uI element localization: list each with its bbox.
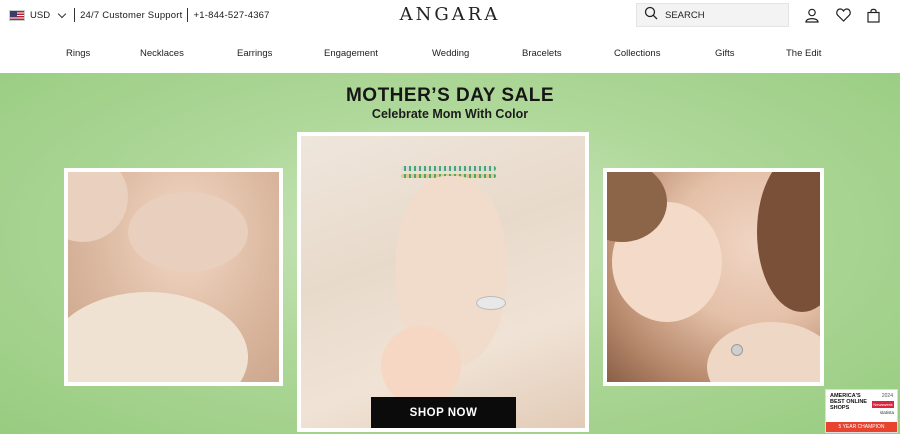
badge-title: AMERICA'S BEST ONLINE SHOPS [830,393,867,411]
ring-shape [476,296,506,310]
hair-shape [757,172,820,312]
face-shape [68,172,128,242]
user-icon[interactable] [804,7,820,23]
bracelet-shape [401,166,496,171]
hero-banner[interactable]: MOTHER’S DAY SALE Celebrate Mom With Col… [0,73,900,434]
award-badge[interactable]: AMERICA'S BEST ONLINE SHOPS 2024 Newswee… [825,389,898,433]
shop-now-button[interactable]: SHOP NOW [371,397,516,428]
hero-image-center [297,132,589,432]
nav-earrings[interactable]: Earrings [237,48,272,59]
hero-image-right [603,168,824,386]
child-hand-shape [381,326,461,406]
nav-engagement[interactable]: Engagement [324,48,378,59]
sweater-shape [68,292,248,382]
hero-title: MOTHER’S DAY SALE [345,85,555,106]
nav-necklaces[interactable]: Necklaces [140,48,184,59]
nav-wedding[interactable]: Wedding [432,48,469,59]
badge-partner: statista [879,410,894,415]
search-box[interactable] [636,3,789,27]
shopping-bag-icon[interactable] [865,7,881,23]
nav-the-edit[interactable]: The Edit [786,48,821,59]
top-bar: USD 24/7 Customer Support +1-844-527-436… [0,0,900,32]
hero-subtitle: Celebrate Mom With Color [371,107,529,121]
badge-year: 2024 [881,393,893,399]
search-icon[interactable] [644,6,658,25]
nav-rings[interactable]: Rings [66,48,90,59]
pendant-shape [731,344,743,356]
hero-image-left [64,168,283,386]
search-input[interactable] [665,9,775,21]
badge-publisher: Newsweek [872,401,894,408]
nav-gifts[interactable]: Gifts [715,48,735,59]
nav-bracelets[interactable]: Bracelets [522,48,562,59]
main-navigation: Rings Necklaces Earrings Engagement Wedd… [0,48,900,64]
neck-shape [707,322,820,382]
badge-footer: 5 YEAR CHAMPION [826,422,897,432]
nav-collections[interactable]: Collections [614,48,660,59]
hand-shape [128,192,248,272]
heart-icon[interactable] [835,7,851,23]
